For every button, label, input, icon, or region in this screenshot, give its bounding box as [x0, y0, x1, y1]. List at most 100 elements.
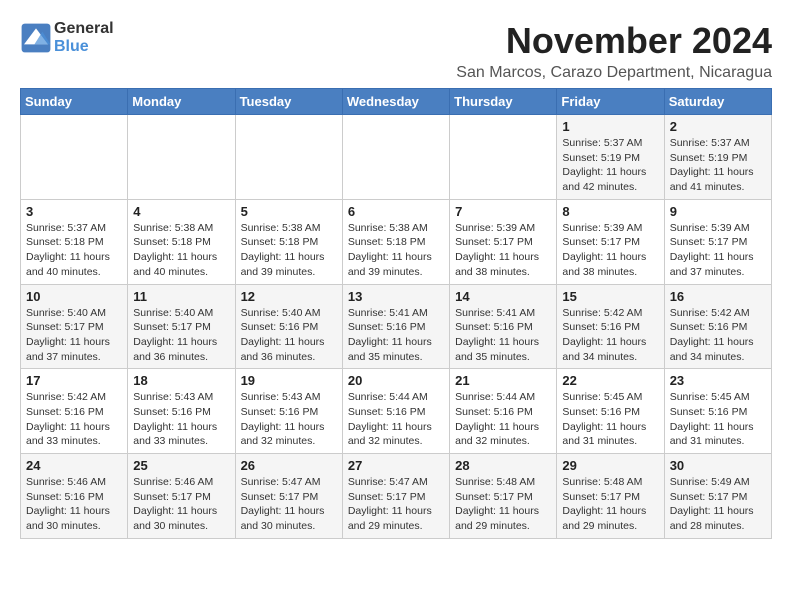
- calendar-week-row: 10 Sunrise: 5:40 AM Sunset: 5:17 PM Dayli…: [21, 284, 772, 369]
- day-number: 26: [241, 458, 337, 473]
- calendar-cell: 12 Sunrise: 5:40 AM Sunset: 5:16 PM Dayli…: [235, 284, 342, 369]
- calendar-cell: 28 Sunrise: 5:48 AM Sunset: 5:17 PM Dayli…: [450, 454, 557, 539]
- day-number: 15: [562, 289, 658, 304]
- day-number: 7: [455, 204, 551, 219]
- calendar-cell: 2Sunrise: 5:37 AM Sunset: 5:19 PM Daylig…: [664, 115, 771, 200]
- day-info: Sunrise: 5:39 AM Sunset: 5:17 PM Dayligh…: [562, 221, 658, 280]
- day-info: Sunrise: 5:38 AM Sunset: 5:18 PM Dayligh…: [241, 221, 337, 280]
- day-info: Sunrise: 5:42 AM Sunset: 5:16 PM Dayligh…: [562, 306, 658, 365]
- day-number: 11: [133, 289, 229, 304]
- calendar-week-row: 17 Sunrise: 5:42 AM Sunset: 5:16 PM Dayli…: [21, 369, 772, 454]
- calendar-cell: 6 Sunrise: 5:38 AM Sunset: 5:18 PM Daylig…: [342, 199, 449, 284]
- day-number: 21: [455, 373, 551, 388]
- day-info: Sunrise: 5:47 AM Sunset: 5:17 PM Dayligh…: [241, 475, 337, 534]
- day-number: 4: [133, 204, 229, 219]
- day-info: Sunrise: 5:42 AM Sunset: 5:16 PM Dayligh…: [670, 306, 766, 365]
- calendar-cell: [342, 115, 449, 200]
- calendar-cell: 21 Sunrise: 5:44 AM Sunset: 5:16 PM Dayli…: [450, 369, 557, 454]
- calendar-cell: [21, 115, 128, 200]
- day-number: 14: [455, 289, 551, 304]
- calendar-cell: 29Sunrise: 5:48 AM Sunset: 5:17 PM Dayli…: [557, 454, 664, 539]
- day-info: Sunrise: 5:43 AM Sunset: 5:16 PM Dayligh…: [133, 390, 229, 449]
- calendar-week-row: 24Sunrise: 5:46 AM Sunset: 5:16 PM Dayli…: [21, 454, 772, 539]
- weekday-header-friday: Friday: [557, 89, 664, 115]
- calendar-cell: 27Sunrise: 5:47 AM Sunset: 5:17 PM Dayli…: [342, 454, 449, 539]
- calendar-cell: 5 Sunrise: 5:38 AM Sunset: 5:18 PM Daylig…: [235, 199, 342, 284]
- calendar-cell: 20 Sunrise: 5:44 AM Sunset: 5:16 PM Dayli…: [342, 369, 449, 454]
- day-number: 6: [348, 204, 444, 219]
- calendar-cell: 23 Sunrise: 5:45 AM Sunset: 5:16 PM Dayli…: [664, 369, 771, 454]
- calendar-cell: 17 Sunrise: 5:42 AM Sunset: 5:16 PM Dayli…: [21, 369, 128, 454]
- calendar-cell: 19 Sunrise: 5:43 AM Sunset: 5:16 PM Dayli…: [235, 369, 342, 454]
- day-info: Sunrise: 5:48 AM Sunset: 5:17 PM Dayligh…: [455, 475, 551, 534]
- day-number: 25: [133, 458, 229, 473]
- location-title: San Marcos, Carazo Department, Nicaragua: [456, 64, 772, 82]
- day-info: Sunrise: 5:40 AM Sunset: 5:17 PM Dayligh…: [133, 306, 229, 365]
- day-info: Sunrise: 5:38 AM Sunset: 5:18 PM Dayligh…: [133, 221, 229, 280]
- day-number: 9: [670, 204, 766, 219]
- day-number: 30: [670, 458, 766, 473]
- day-number: 1: [562, 119, 658, 134]
- day-info: Sunrise: 5:41 AM Sunset: 5:16 PM Dayligh…: [455, 306, 551, 365]
- calendar-cell: 16 Sunrise: 5:42 AM Sunset: 5:16 PM Dayli…: [664, 284, 771, 369]
- logo-general-text: General: [54, 20, 114, 38]
- calendar-cell: [450, 115, 557, 200]
- day-info: Sunrise: 5:37 AM Sunset: 5:18 PM Dayligh…: [26, 221, 122, 280]
- calendar-cell: 4 Sunrise: 5:38 AM Sunset: 5:18 PM Daylig…: [128, 199, 235, 284]
- calendar-cell: 18Sunrise: 5:43 AM Sunset: 5:16 PM Dayli…: [128, 369, 235, 454]
- day-info: Sunrise: 5:45 AM Sunset: 5:16 PM Dayligh…: [670, 390, 766, 449]
- logo: General Blue: [20, 20, 114, 55]
- day-info: Sunrise: 5:42 AM Sunset: 5:16 PM Dayligh…: [26, 390, 122, 449]
- calendar-cell: 30Sunrise: 5:49 AM Sunset: 5:17 PM Dayli…: [664, 454, 771, 539]
- day-number: 2: [670, 119, 766, 134]
- day-number: 5: [241, 204, 337, 219]
- calendar-table: SundayMondayTuesdayWednesdayThursdayFrid…: [20, 88, 772, 539]
- day-info: Sunrise: 5:46 AM Sunset: 5:17 PM Dayligh…: [133, 475, 229, 534]
- day-info: Sunrise: 5:45 AM Sunset: 5:16 PM Dayligh…: [562, 390, 658, 449]
- day-info: Sunrise: 5:48 AM Sunset: 5:17 PM Dayligh…: [562, 475, 658, 534]
- day-number: 13: [348, 289, 444, 304]
- calendar-week-row: 1 Sunrise: 5:37 AM Sunset: 5:19 PM Daylig…: [21, 115, 772, 200]
- calendar-cell: 1 Sunrise: 5:37 AM Sunset: 5:19 PM Daylig…: [557, 115, 664, 200]
- month-title: November 2024: [456, 20, 772, 62]
- weekday-header-row: SundayMondayTuesdayWednesdayThursdayFrid…: [21, 89, 772, 115]
- calendar-cell: [235, 115, 342, 200]
- day-number: 20: [348, 373, 444, 388]
- weekday-header-monday: Monday: [128, 89, 235, 115]
- day-info: Sunrise: 5:37 AM Sunset: 5:19 PM Dayligh…: [562, 136, 658, 195]
- calendar-cell: 22 Sunrise: 5:45 AM Sunset: 5:16 PM Dayli…: [557, 369, 664, 454]
- day-number: 10: [26, 289, 122, 304]
- calendar-cell: 13 Sunrise: 5:41 AM Sunset: 5:16 PM Dayli…: [342, 284, 449, 369]
- calendar-week-row: 3 Sunrise: 5:37 AM Sunset: 5:18 PM Daylig…: [21, 199, 772, 284]
- logo-blue-text: Blue: [54, 38, 114, 56]
- day-info: Sunrise: 5:39 AM Sunset: 5:17 PM Dayligh…: [670, 221, 766, 280]
- day-info: Sunrise: 5:38 AM Sunset: 5:18 PM Dayligh…: [348, 221, 444, 280]
- day-info: Sunrise: 5:40 AM Sunset: 5:16 PM Dayligh…: [241, 306, 337, 365]
- calendar-cell: 8Sunrise: 5:39 AM Sunset: 5:17 PM Daylig…: [557, 199, 664, 284]
- day-number: 28: [455, 458, 551, 473]
- calendar-cell: 9 Sunrise: 5:39 AM Sunset: 5:17 PM Daylig…: [664, 199, 771, 284]
- calendar-cell: [128, 115, 235, 200]
- weekday-header-tuesday: Tuesday: [235, 89, 342, 115]
- calendar-cell: 10Sunrise: 5:40 AM Sunset: 5:17 PM Dayli…: [21, 284, 128, 369]
- calendar-cell: 3 Sunrise: 5:37 AM Sunset: 5:18 PM Daylig…: [21, 199, 128, 284]
- title-block: November 2024 San Marcos, Carazo Departm…: [456, 20, 772, 82]
- day-number: 24: [26, 458, 122, 473]
- day-number: 16: [670, 289, 766, 304]
- calendar-cell: 24Sunrise: 5:46 AM Sunset: 5:16 PM Dayli…: [21, 454, 128, 539]
- calendar-cell: 26 Sunrise: 5:47 AM Sunset: 5:17 PM Dayli…: [235, 454, 342, 539]
- day-number: 23: [670, 373, 766, 388]
- day-number: 12: [241, 289, 337, 304]
- day-info: Sunrise: 5:41 AM Sunset: 5:16 PM Dayligh…: [348, 306, 444, 365]
- day-number: 3: [26, 204, 122, 219]
- calendar-cell: 14 Sunrise: 5:41 AM Sunset: 5:16 PM Dayli…: [450, 284, 557, 369]
- day-number: 19: [241, 373, 337, 388]
- day-info: Sunrise: 5:43 AM Sunset: 5:16 PM Dayligh…: [241, 390, 337, 449]
- logo-icon: [20, 22, 52, 54]
- day-number: 17: [26, 373, 122, 388]
- logo-text: General Blue: [54, 20, 114, 55]
- day-info: Sunrise: 5:44 AM Sunset: 5:16 PM Dayligh…: [455, 390, 551, 449]
- day-info: Sunrise: 5:44 AM Sunset: 5:16 PM Dayligh…: [348, 390, 444, 449]
- weekday-header-thursday: Thursday: [450, 89, 557, 115]
- day-number: 22: [562, 373, 658, 388]
